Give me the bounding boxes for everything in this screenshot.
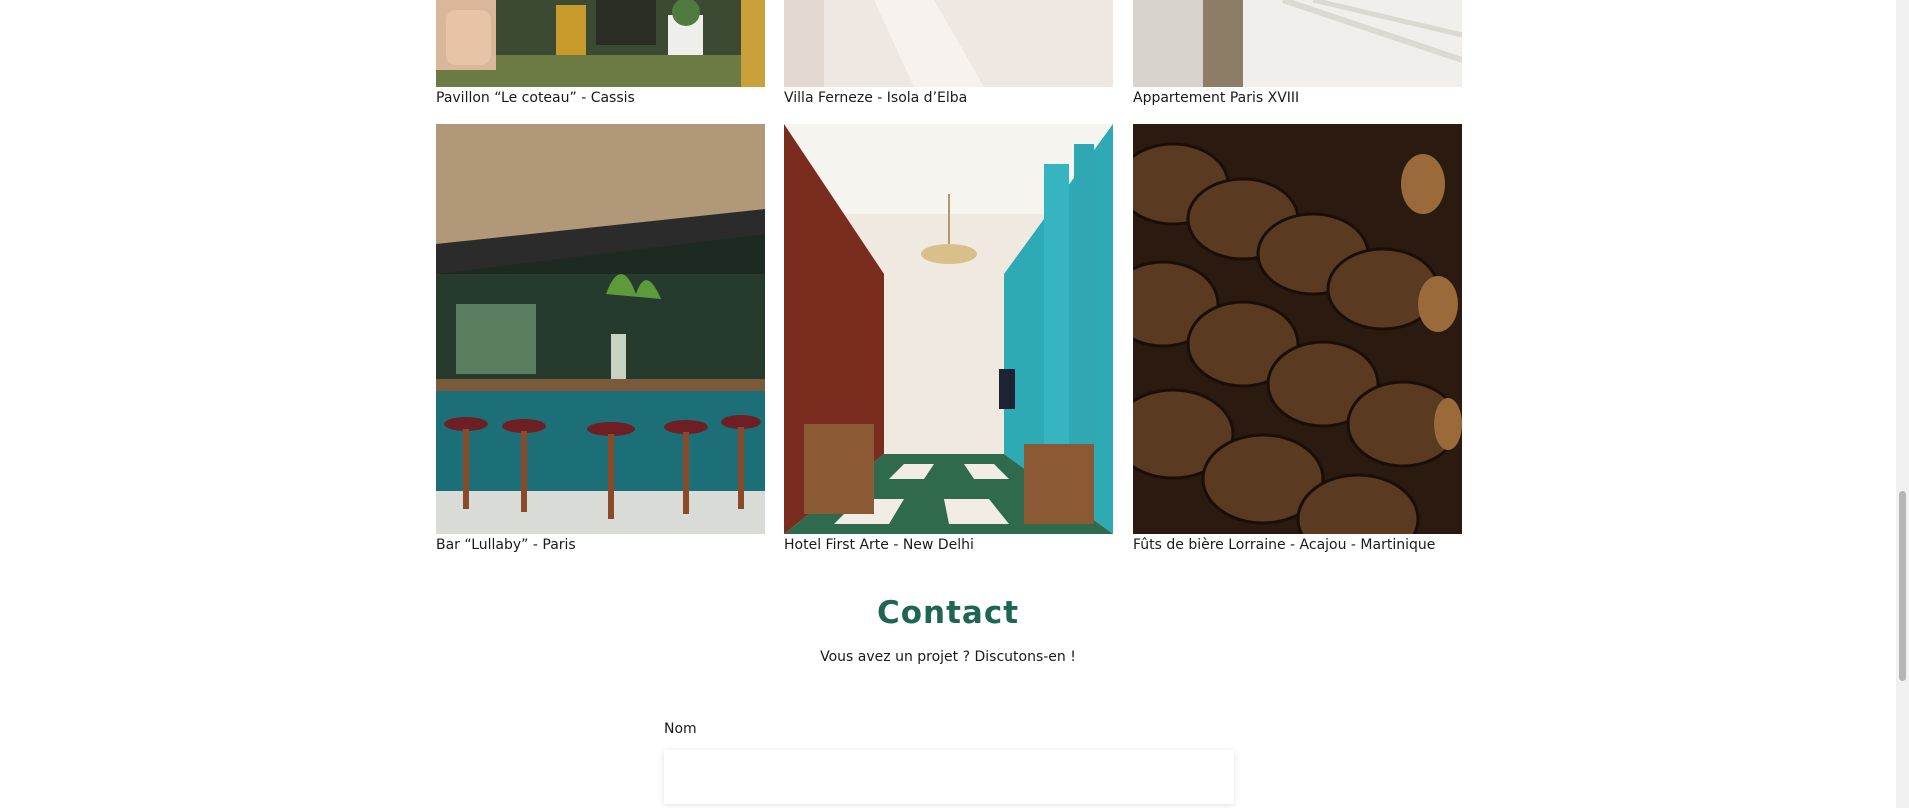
photo-appart[interactable] bbox=[1133, 0, 1462, 87]
name-input[interactable] bbox=[664, 750, 1234, 804]
caption-appart: Appartement Paris XVIII bbox=[1133, 90, 1300, 106]
scrollbar-thumb[interactable] bbox=[1899, 491, 1906, 681]
contact-title: Contact bbox=[876, 595, 1020, 631]
caption-pavillon: Pavillon “Le coteau” - Cassis bbox=[436, 90, 635, 106]
gallery-item-futs[interactable]: Fûts de bière Lorraine - Acajou - Martin… bbox=[1133, 124, 1462, 554]
gallery-item-pavillon[interactable]: Pavillon “Le coteau” - Cassis bbox=[436, 0, 765, 107]
gallery-item-appart[interactable]: Appartement Paris XVIII bbox=[1133, 0, 1462, 107]
photo-futs[interactable] bbox=[1133, 124, 1462, 534]
caption-villa: Villa Ferneze - Isola d’Elba bbox=[784, 90, 968, 106]
caption-hotel: Hotel First Arte - New Delhi bbox=[784, 537, 974, 553]
photo-bar[interactable] bbox=[436, 124, 765, 534]
vertical-scrollbar[interactable] bbox=[1896, 0, 1909, 808]
gallery-item-bar[interactable]: Bar “Lullaby” - Paris bbox=[436, 124, 765, 554]
photo-hotel[interactable] bbox=[784, 124, 1113, 534]
gallery-item-hotel[interactable]: Hotel First Arte - New Delhi bbox=[784, 124, 1113, 554]
photo-pavillon[interactable] bbox=[436, 0, 765, 87]
contact-subtitle: Vous avez un projet ? Discutons-en ! bbox=[820, 649, 1076, 665]
photo-villa[interactable] bbox=[784, 0, 1113, 87]
name-label: Nom bbox=[664, 721, 697, 737]
caption-bar: Bar “Lullaby” - Paris bbox=[436, 537, 576, 553]
caption-futs: Fûts de bière Lorraine - Acajou - Martin… bbox=[1133, 537, 1436, 553]
gallery-item-villa[interactable]: Villa Ferneze - Isola d’Elba bbox=[784, 0, 1113, 107]
